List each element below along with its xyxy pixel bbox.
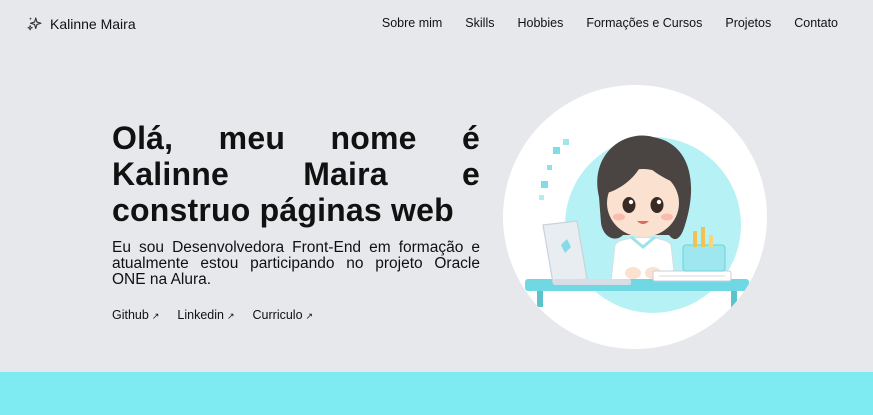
nav-link-hobbies[interactable]: Hobbies xyxy=(517,16,563,30)
social-links: Github ↗ Linkedin ↗ Curriculo ↗ xyxy=(112,308,480,322)
hero-description: Eu sou Desenvolvedora Front-End em forma… xyxy=(112,239,480,288)
nav-link-contato[interactable]: Contato xyxy=(794,16,838,30)
hero-headline: Olá, meu nome é Kalinne Maira e construo… xyxy=(112,120,480,228)
hero-intro: Olá, meu nome é Kalinne Maira e construo… xyxy=(112,120,480,322)
nav-link-projetos[interactable]: Projetos xyxy=(725,16,771,30)
arrow-up-right-icon: ↗ xyxy=(151,310,160,321)
curriculo-link[interactable]: Curriculo ↗ xyxy=(253,308,314,322)
github-link-label: Github xyxy=(112,308,149,322)
headline-line-3: construo páginas web xyxy=(112,192,454,228)
profile-illustration xyxy=(503,85,767,349)
brand-name: Kalinne Maira xyxy=(50,16,136,32)
nav-link-sobre-mim[interactable]: Sobre mim xyxy=(382,16,442,30)
accent-band xyxy=(0,372,873,415)
sparkle-icon xyxy=(27,17,42,31)
headline-line-2: Kalinne Maira e xyxy=(112,156,480,192)
brand[interactable]: Kalinne Maira xyxy=(26,14,136,34)
linkedin-link-label: Linkedin xyxy=(177,308,224,322)
site-header: Kalinne Maira Sobre mim Skills Hobbies F… xyxy=(0,0,873,48)
curriculo-link-label: Curriculo xyxy=(252,308,303,322)
linkedin-link[interactable]: Linkedin ↗ xyxy=(177,308,234,322)
github-link[interactable]: Github ↗ xyxy=(112,308,159,322)
developer-girl-illustration xyxy=(525,135,749,313)
main-nav: Sobre mim Skills Hobbies Formações e Cur… xyxy=(382,16,838,30)
nav-link-skills[interactable]: Skills xyxy=(465,16,494,30)
nav-link-formacoes[interactable]: Formações e Cursos xyxy=(586,16,702,30)
arrow-up-right-icon: ↗ xyxy=(305,310,314,321)
arrow-up-right-icon: ↗ xyxy=(226,310,235,321)
headline-line-1: Olá, meu nome é xyxy=(112,120,480,156)
